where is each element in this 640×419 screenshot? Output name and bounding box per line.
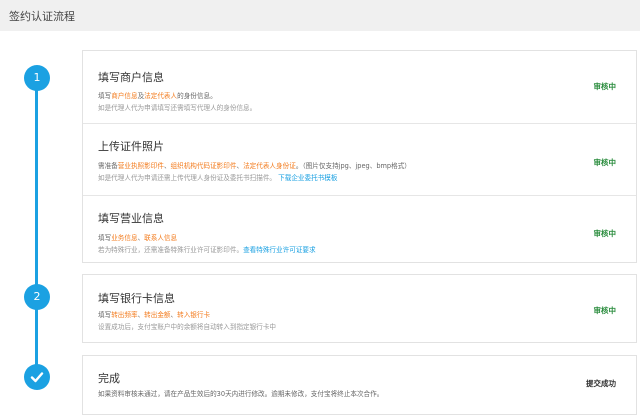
page-title: 签约认证流程 — [9, 10, 75, 23]
text-span: 如是代理人代为申请还需上传代理人身份证及委托书扫描件。 — [98, 174, 277, 182]
merchant-info-section: 填写商户信息 填写商户信息及法定代表人的身份信息。 如是代理人代为申请填写还需填… — [83, 51, 636, 123]
highlight-amount: 转出金额 — [144, 311, 171, 319]
step-node-3 — [24, 364, 50, 390]
text-span: 、 — [163, 162, 171, 170]
page-header: 签约认证流程 — [0, 0, 640, 31]
highlight-contact: 联系人信息 — [144, 234, 178, 242]
bank-card-title: 填写银行卡信息 — [98, 292, 175, 305]
highlight-legal-rep: 法定代表人 — [144, 92, 178, 100]
step-1-card: 填写商户信息 填写商户信息及法定代表人的身份信息。 如是代理人代为申请填写还需填… — [82, 50, 637, 263]
text-span: 填写 — [98, 234, 112, 242]
step-3-card: 完成 如果资料审核未通过，请在产品生效后的30天内进行修改。逾期未修改，支付宝将… — [82, 355, 637, 415]
check-icon — [30, 372, 44, 383]
business-info-desc: 填写业务信息、联系人信息 — [98, 232, 177, 242]
highlight-org-code: 组织机构代码证影印件 — [170, 162, 237, 170]
upload-photos-note: 如是代理人代为申请还需上传代理人身份证及委托书扫描件。 下载企业委托书模板 — [98, 172, 337, 182]
text-span: 。（图片仅支持jpg、jpeg、bmp格式） — [295, 162, 411, 170]
status-badge: 审核中 — [593, 82, 617, 91]
step-number-1: 1 — [33, 71, 41, 84]
status-badge: 审核中 — [593, 229, 617, 238]
text-span: 填写 — [98, 92, 112, 100]
text-span: 需准备 — [98, 162, 118, 170]
bank-card-desc: 填写转出频率、转出金额、转入银行卡 — [98, 309, 210, 319]
progress-track — [35, 77, 38, 377]
upload-photos-title: 上传证件照片 — [98, 140, 164, 153]
upload-photos-section: 上传证件照片 需准备营业执照影印件、组织机构代码证影印件、法定代表人身份证。（图… — [83, 123, 636, 195]
step-node-1: 1 — [24, 65, 50, 91]
complete-title: 完成 — [98, 372, 120, 385]
highlight-bank-card: 转入银行卡 — [177, 311, 211, 319]
step-node-2: 2 — [24, 284, 50, 310]
status-badge: 审核中 — [593, 306, 617, 315]
complete-desc: 如果资料审核未通过，请在产品生效后的30天内进行修改。逾期未修改，支付宝将终止本… — [98, 390, 384, 398]
merchant-info-title: 填写商户信息 — [98, 71, 164, 84]
merchant-info-desc: 填写商户信息及法定代表人的身份信息。 — [98, 90, 217, 100]
highlight-id-card: 法定代表人身份证 — [243, 162, 296, 170]
upload-photos-desc: 需准备营业执照影印件、组织机构代码证影印件、法定代表人身份证。（图片仅支持jpg… — [98, 160, 411, 170]
business-info-title: 填写营业信息 — [98, 212, 164, 225]
highlight-license: 营业执照影印件 — [117, 162, 164, 170]
status-badge: 审核中 — [593, 158, 617, 167]
business-info-section: 填写营业信息 填写业务信息、联系人信息 若为特殊行业，还需准备特殊行业许可证影印… — [83, 195, 636, 264]
complete-section: 完成 如果资料审核未通过，请在产品生效后的30天内进行修改。逾期未修改，支付宝将… — [83, 356, 636, 414]
text-span: 的身份信息。 — [177, 92, 217, 100]
highlight-business: 业务信息 — [111, 234, 138, 242]
highlight-merchant-info: 商户信息 — [111, 92, 138, 100]
text-span: 填写 — [98, 311, 112, 319]
business-info-note: 若为特殊行业，还需准备特殊行业许可证影印件。查看特殊行业许可证要求 — [98, 244, 316, 254]
bank-card-note: 设置成功后，支付宝账户中的余额将自动转入到指定银行卡中 — [98, 323, 277, 331]
merchant-info-note: 如是代理人代为申请填写还需填写代理人的身份信息。 — [98, 104, 257, 112]
step-2-card: 填写银行卡信息 填写转出频率、转出金额、转入银行卡 设置成功后，支付宝账户中的余… — [82, 274, 637, 343]
bank-card-section: 填写银行卡信息 填写转出频率、转出金额、转入银行卡 设置成功后，支付宝账户中的余… — [83, 275, 636, 342]
status-badge: 提交成功 — [586, 379, 616, 388]
highlight-frequency: 转出频率 — [111, 311, 138, 319]
special-license-link[interactable]: 查看特殊行业许可证要求 — [243, 246, 316, 254]
text-span: 若为特殊行业，还需准备特殊行业许可证影印件。 — [98, 246, 244, 254]
step-number-2: 2 — [33, 290, 41, 303]
download-template-link[interactable]: 下载企业委托书模板 — [278, 174, 337, 182]
